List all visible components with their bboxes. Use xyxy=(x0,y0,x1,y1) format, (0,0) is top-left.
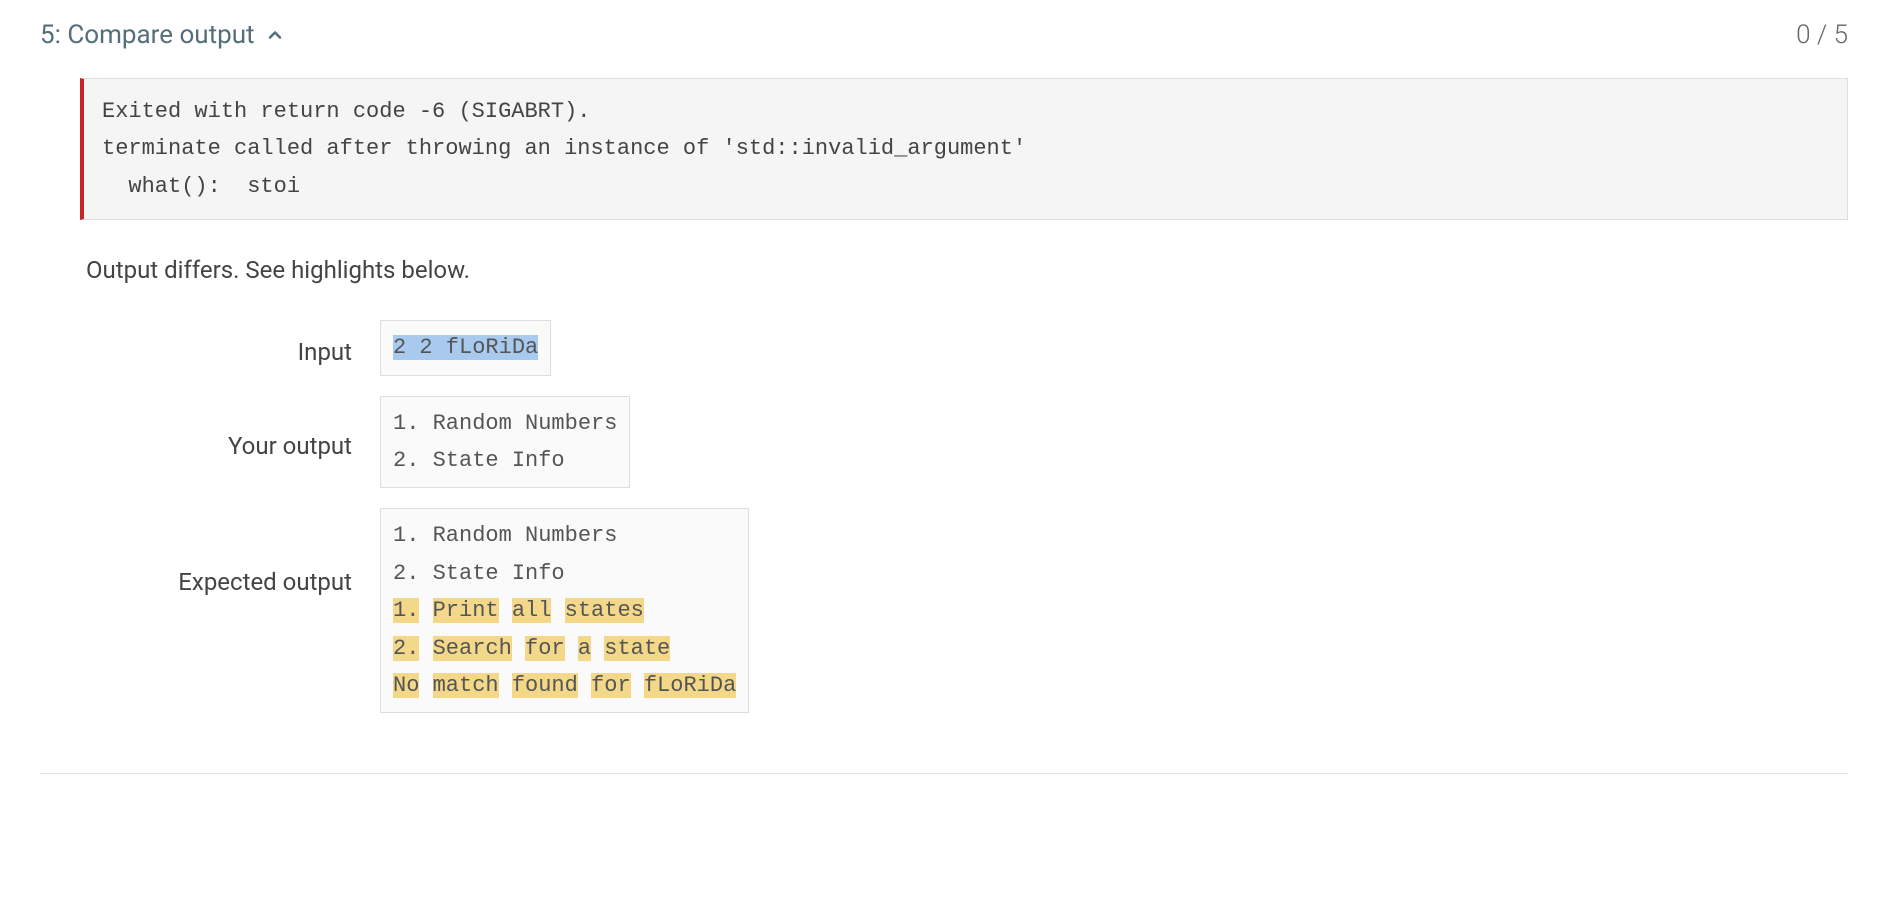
diff-token: fLoRiDa xyxy=(644,673,736,698)
diff-token: No xyxy=(393,673,419,698)
your-output-line: 2. State Info xyxy=(393,448,565,473)
diff-token: Print xyxy=(433,598,499,623)
expected-output-label: Expected output xyxy=(80,508,380,596)
diff-token: match xyxy=(433,673,499,698)
diff-token: a xyxy=(578,636,591,661)
input-label: Input xyxy=(80,330,380,366)
diff-token: found xyxy=(512,673,578,698)
error-line: terminate called after throwing an insta… xyxy=(102,136,1026,161)
diff-token: all xyxy=(512,598,552,623)
your-output-line: 1. Random Numbers xyxy=(393,411,617,436)
expected-line: 2. State Info xyxy=(393,561,565,586)
test-title-text: 5: Compare output xyxy=(40,20,255,50)
output-differs-message: Output differs. See highlights below. xyxy=(80,256,1848,284)
test-title-toggle[interactable]: 5: Compare output xyxy=(40,20,285,50)
input-box: 2 2 fLoRiDa xyxy=(380,320,551,375)
diff-token: for xyxy=(591,673,631,698)
chevron-up-icon xyxy=(265,25,285,45)
expected-line: 1. Random Numbers xyxy=(393,523,617,548)
diff-token: states xyxy=(565,598,644,623)
diff-token: 1. xyxy=(393,598,419,623)
diff-token: Search xyxy=(433,636,512,661)
section-divider xyxy=(40,773,1848,774)
your-output-box: 1. Random Numbers 2. State Info xyxy=(380,396,630,489)
your-output-label: Your output xyxy=(80,424,380,460)
test-score: 0 / 5 xyxy=(1796,20,1848,50)
error-line: Exited with return code -6 (SIGABRT). xyxy=(102,99,590,124)
input-value: 2 2 fLoRiDa xyxy=(393,335,538,360)
error-line: what(): stoi xyxy=(102,174,300,199)
diff-token: 2. xyxy=(393,636,419,661)
expected-output-box: 1. Random Numbers 2. State Info 1. Print… xyxy=(380,508,749,713)
diff-token: for xyxy=(525,636,565,661)
diff-token: state xyxy=(604,636,670,661)
error-output-box: Exited with return code -6 (SIGABRT). te… xyxy=(80,78,1848,220)
